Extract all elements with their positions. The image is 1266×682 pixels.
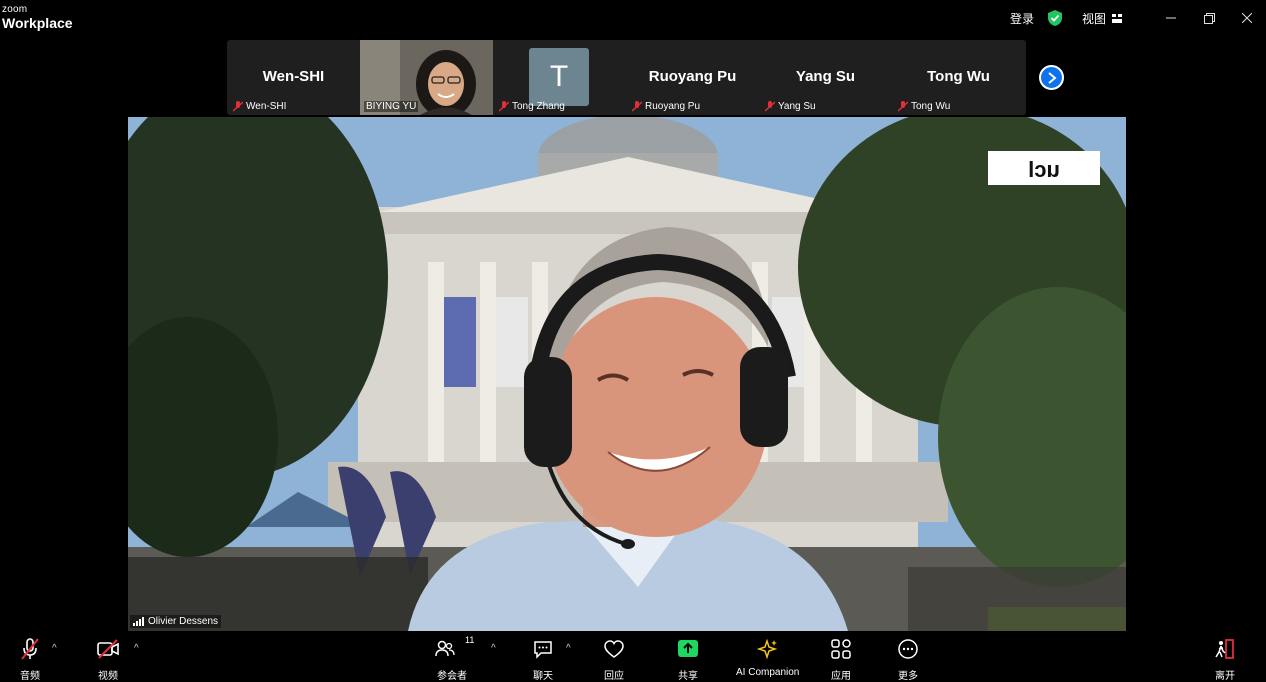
participant-display-name: Ruoyang Pu — [648, 68, 737, 85]
minimize-icon — [1166, 17, 1176, 19]
more-button[interactable]: 更多 — [897, 637, 919, 682]
mic-muted-icon — [233, 101, 243, 112]
audio-button[interactable]: 音频 — [18, 637, 42, 682]
audio-options-caret-icon[interactable]: ^ — [52, 643, 57, 654]
ai-companion-label: AI Companion — [736, 667, 800, 678]
virtual-background-image: ucl — [128, 117, 1126, 631]
minimize-button[interactable] — [1152, 0, 1190, 36]
title-bar: zoom Workplace 登录 视图 — [0, 0, 1266, 36]
participant-tile-wen-shi[interactable]: Wen-SHI Wen-SHI — [227, 40, 360, 115]
leave-button[interactable]: 离开 — [1214, 637, 1236, 682]
shield-check-icon[interactable] — [1047, 10, 1062, 26]
video-button[interactable]: 视频 — [96, 637, 120, 682]
react-button[interactable]: 回应 — [603, 637, 625, 682]
participant-display-name: Wen-SHI — [262, 68, 325, 85]
share-screen-icon — [678, 640, 698, 657]
meeting-controls-toolbar: 音频 ^ 视频 ^ 11 参会者 ^ 聊天 ^ 回应 共享 AI Compani… — [0, 633, 1266, 682]
chevron-right-icon — [1047, 71, 1057, 84]
participant-tile-ruoyang-pu[interactable]: Ruoyang Pu Ruoyang Pu — [626, 40, 759, 115]
participants-count: 11 — [465, 635, 475, 645]
mic-muted-icon — [499, 101, 509, 112]
next-page-button[interactable] — [1039, 65, 1064, 90]
participant-tile-tong-zhang[interactable]: T Tong Zhang — [493, 40, 626, 115]
mic-muted-icon — [21, 638, 39, 660]
participant-label: Ruoyang Pu — [645, 101, 701, 112]
participant-display-name: Tong Wu — [927, 68, 990, 85]
restore-button[interactable] — [1190, 0, 1228, 36]
signal-strength-icon — [133, 617, 144, 626]
mic-muted-icon — [632, 101, 642, 112]
participant-tile-tong-wu[interactable]: Tong Wu Tong Wu — [892, 40, 1025, 115]
more-icon — [898, 639, 918, 659]
view-button[interactable]: 视图 — [1082, 10, 1122, 27]
avatar: T — [529, 48, 589, 106]
video-off-icon — [97, 639, 119, 659]
speaker-name-tag: Olivier Dessens — [130, 615, 222, 628]
chat-icon — [534, 641, 552, 659]
ai-companion-button[interactable]: AI Companion — [736, 637, 799, 678]
participants-button[interactable]: 11 参会者 — [435, 635, 474, 682]
grid-view-icon — [1112, 13, 1122, 23]
apps-button[interactable]: 应用 — [830, 637, 852, 682]
leave-door-icon — [1215, 639, 1234, 659]
login-link[interactable]: 登录 — [1010, 10, 1034, 27]
ucl-logo: ucl — [1028, 157, 1060, 182]
participant-tile-yang-su[interactable]: Yang Su Yang Su — [759, 40, 892, 115]
ai-sparkle-icon — [756, 638, 778, 660]
participant-label: Tong Zhang — [512, 101, 565, 112]
participant-label: Tong Wu — [911, 101, 951, 112]
apps-icon — [831, 639, 851, 659]
active-speaker-video: ucl Olivier Dessens — [128, 117, 1126, 631]
close-button[interactable] — [1228, 0, 1266, 36]
share-button[interactable]: 共享 — [677, 637, 699, 682]
chat-options-caret-icon[interactable]: ^ — [566, 643, 571, 654]
participants-options-caret-icon[interactable]: ^ — [491, 643, 496, 654]
close-icon — [1242, 13, 1252, 23]
participant-label: Wen-SHI — [246, 101, 287, 112]
chat-button[interactable]: 聊天 — [532, 637, 554, 682]
speaker-name: Olivier Dessens — [148, 616, 219, 627]
zoom-workplace-logo: zoom Workplace — [2, 4, 73, 31]
mic-muted-icon — [765, 101, 775, 112]
participants-icon — [435, 640, 455, 657]
participant-label: BIYING YU — [366, 101, 417, 112]
brand-large: Workplace — [2, 15, 73, 31]
participant-thumbnail-strip: Wen-SHI Wen-SHI BIYING YU T Tong Zhang R… — [227, 40, 1026, 118]
heart-react-icon — [604, 640, 624, 658]
restore-icon — [1203, 12, 1215, 24]
view-label: 视图 — [1081, 11, 1106, 26]
mic-muted-icon — [898, 101, 908, 112]
participant-display-name: Yang Su — [795, 68, 856, 85]
participant-label: Yang Su — [778, 101, 816, 112]
brand-small: zoom — [2, 4, 28, 15]
video-options-caret-icon[interactable]: ^ — [134, 643, 139, 654]
participant-tile-biying-yu[interactable]: BIYING YU — [360, 40, 493, 118]
